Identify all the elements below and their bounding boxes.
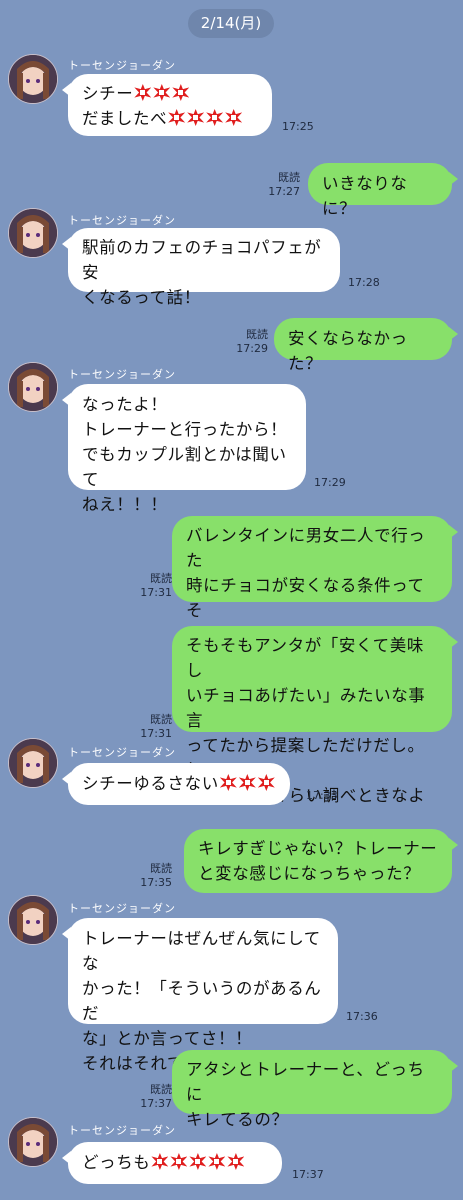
anger-emoji-icon	[170, 1153, 187, 1170]
message-bubble-outgoing[interactable]: キレすぎじゃない？トレーナー と変な感じになっちゃった？	[184, 829, 458, 893]
avatar[interactable]	[8, 1117, 58, 1167]
message-time: 17:33	[306, 789, 338, 802]
message-time: 17:31	[140, 727, 172, 740]
message-bubble-incoming[interactable]: トレーナーはぜんぜん気にしてな かった！「そういうのがあるんだ な」とか言ってさ…	[62, 918, 338, 1073]
message-text: シチーゆるさない	[82, 774, 219, 793]
avatar[interactable]	[8, 895, 58, 945]
read-receipt: 既読 17:35	[134, 862, 172, 890]
message-bubble-incoming[interactable]: なったよ！ トレーナーと行ったから！ でもカップル割とかは聞いて ねえ！！！	[62, 384, 306, 514]
sender-name: トーセンジョーダン	[68, 1124, 176, 1137]
anger-emoji-icon	[151, 1153, 168, 1170]
anger-emoji-icon	[220, 774, 237, 791]
anger-emoji-icon	[189, 1153, 206, 1170]
sender-name: トーセンジョーダン	[68, 746, 176, 759]
read-label: 既読	[150, 1083, 172, 1096]
read-label: 既読	[278, 171, 300, 184]
message-bubble-outgoing[interactable]: いきなりなに？	[308, 163, 458, 218]
anger-emoji-icon	[227, 1153, 244, 1170]
anger-emoji-icon	[258, 774, 275, 791]
message-text: シチー	[82, 84, 134, 103]
avatar[interactable]	[8, 362, 58, 412]
message-text: な」とか言ってさ！！	[82, 1029, 253, 1048]
message-text: かった！「そういうのがあるんだ	[82, 979, 322, 1023]
message-time: 17:37	[140, 1097, 172, 1110]
sender-name: トーセンジョーダン	[68, 214, 176, 227]
avatar[interactable]	[8, 208, 58, 258]
anger-emoji-icon	[225, 109, 242, 126]
date-separator: 2/14(月)	[188, 9, 274, 38]
message-bubble-outgoing[interactable]: アタシとトレーナーと、どっちに キレてるの？	[172, 1050, 458, 1129]
anger-emoji-icon	[239, 774, 256, 791]
sender-name: トーセンジョーダン	[68, 902, 176, 915]
message-time: 17:29	[236, 342, 268, 355]
read-receipt: 既読 17:37	[134, 1083, 172, 1111]
sender-name: トーセンジョーダン	[68, 368, 176, 381]
message-time: 17:36	[346, 1010, 378, 1023]
message-bubble-incoming[interactable]: どっちも	[62, 1142, 282, 1184]
read-label: 既読	[246, 328, 268, 341]
read-receipt: 既読 17:27	[262, 171, 300, 199]
avatar[interactable]	[8, 738, 58, 788]
message-time: 17:27	[268, 185, 300, 198]
message-bubble-outgoing[interactable]: 安くならなかった？	[274, 318, 458, 373]
anger-emoji-icon	[208, 1153, 225, 1170]
message-bubble-incoming[interactable]: 駅前のカフェのチョコパフェが安 くなるって話！	[62, 228, 340, 307]
anger-emoji-icon	[168, 109, 185, 126]
message-text: どっちも	[82, 1153, 151, 1172]
read-label: 既読	[150, 713, 172, 726]
sender-name: トーセンジョーダン	[68, 59, 176, 72]
message-time: 17:25	[282, 120, 314, 133]
avatar[interactable]	[8, 54, 58, 104]
message-text: だましたべ	[82, 109, 168, 128]
read-receipt: 既読 17:31	[134, 572, 172, 600]
message-text: トレーナーはぜんぜん気にしてな	[82, 929, 321, 973]
message-bubble-incoming[interactable]: シチー だましたべ	[62, 74, 272, 136]
read-label: 既読	[150, 572, 172, 585]
read-label: 既読	[150, 862, 172, 875]
message-bubble-incoming[interactable]: シチーゆるさない	[62, 763, 290, 805]
anger-emoji-icon	[134, 84, 151, 101]
message-time: 17:35	[140, 876, 172, 889]
anger-emoji-icon	[172, 84, 189, 101]
message-bubble-outgoing[interactable]: バレンタインに男女二人で行った 時にチョコが安くなる条件ってそ れ以外なくない？	[172, 516, 458, 645]
message-time: 17:29	[314, 476, 346, 489]
message-time: 17:31	[140, 586, 172, 599]
message-time: 17:28	[348, 276, 380, 289]
message-time: 17:37	[292, 1168, 324, 1181]
anger-emoji-icon	[153, 84, 170, 101]
message-bubble-outgoing[interactable]: そもそもアンタが「安くて美味し いチョコあげたい」みたいな事言 ってたから提案し…	[172, 626, 458, 805]
anger-emoji-icon	[187, 109, 204, 126]
anger-emoji-icon	[206, 109, 223, 126]
read-receipt: 既読 17:29	[230, 328, 268, 356]
read-receipt: 既読 17:31	[134, 713, 172, 741]
